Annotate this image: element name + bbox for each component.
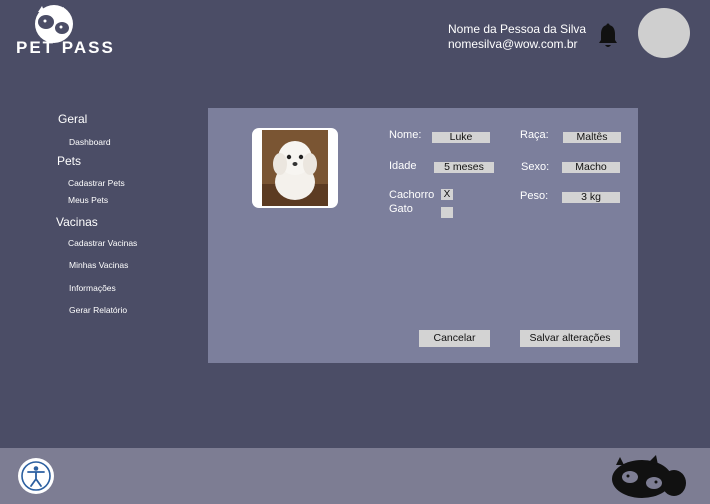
sidebar-item-gerar-relatorio[interactable]: Gerar Relatório [69,305,127,315]
pet-photo[interactable] [252,128,338,208]
sidebar-item-informacoes[interactable]: Informações [69,283,116,293]
logo-text: PET PASS [16,38,115,57]
cat-dog-logo-icon [612,455,686,498]
sidebar-item-dashboard[interactable]: Dashboard [69,137,111,147]
nav-group-pets: Pets [57,154,82,168]
sexo-field[interactable]: Macho [562,162,620,173]
nome-label: Nome: [389,129,422,141]
cachorro-label: Cachorro [389,189,435,201]
user-email: nomesilva@wow.com.br [448,37,578,51]
footer [0,448,710,504]
cancel-button[interactable]: Cancelar [419,330,490,347]
user-name: Nome da Pessoa da Silva [448,22,587,36]
avatar[interactable] [638,8,690,58]
nav-group-geral: Geral [58,112,88,126]
cachorro-checkbox[interactable]: X [441,189,453,200]
idade-field[interactable]: 5 meses [434,162,494,173]
gato-label: Gato [389,203,413,215]
raca-field[interactable]: Maltês [563,132,621,143]
raca-label: Raça: [520,129,549,141]
sexo-label: Sexo: [521,161,550,173]
sidebar-item-cadastrar-pets[interactable]: Cadastrar Pets [68,178,125,188]
idade-label: Idade [389,160,417,172]
pet-photo-image [262,130,328,206]
accessibility-icon[interactable] [18,458,54,494]
sidebar-item-cadastrar-vacinas[interactable]: Cadastrar Vacinas [68,238,137,248]
nome-field[interactable]: Luke [432,132,490,143]
save-button[interactable]: Salvar alterações [520,330,620,347]
pet-edit-panel: Nome: Luke Raça: Maltês Idade 5 meses Se… [208,108,638,363]
gato-checkbox[interactable] [441,207,453,218]
nav-group-vacinas: Vacinas [56,215,98,229]
sidebar-item-meus-pets[interactable]: Meus Pets [68,195,108,205]
sidebar-item-minhas-vacinas[interactable]: Minhas Vacinas [69,260,128,270]
bell-icon[interactable] [596,23,620,49]
peso-field[interactable]: 3 kg [562,192,620,203]
peso-label: Peso: [520,190,549,202]
